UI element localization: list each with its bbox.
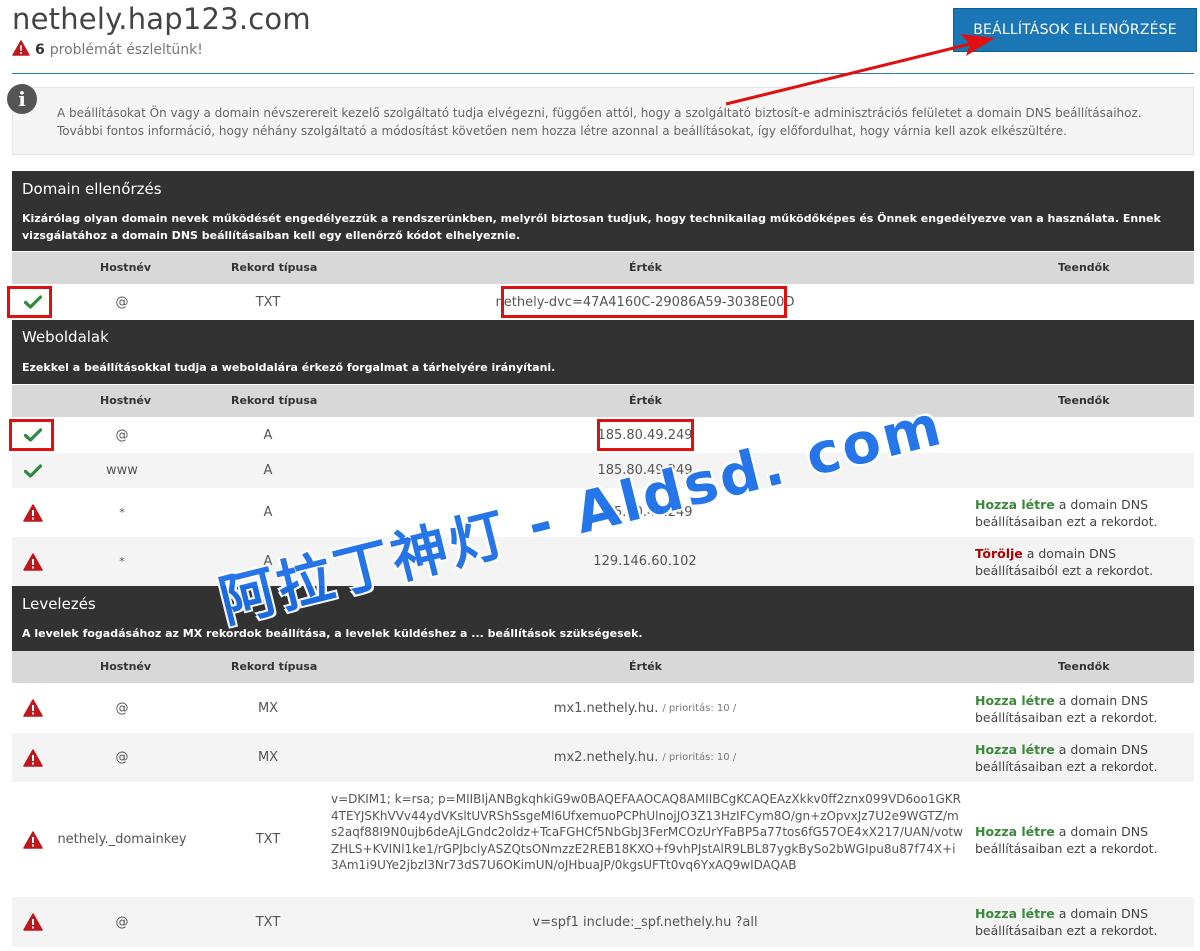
highlight-box: [501, 286, 787, 318]
problem-summary: 6 problémát észleltünk!: [12, 40, 203, 60]
row-type: A: [263, 463, 273, 478]
row-type: MX: [257, 700, 279, 716]
create-link[interactable]: Hozza létre: [975, 693, 1055, 708]
problem-count: 6: [35, 42, 45, 58]
col-value: Érték: [629, 660, 662, 673]
col-value: Érték: [629, 394, 662, 407]
row-value: mx1.nethely.hu. / prioritás: 10 /: [330, 683, 960, 733]
warning-icon: [20, 733, 46, 782]
row-type: TXT: [255, 832, 281, 847]
highlight-box: [7, 286, 52, 318]
col-todo: Teendők: [1058, 660, 1110, 673]
row-type: A: [263, 427, 273, 443]
row-type: A: [263, 505, 273, 520]
table-row: nethely._domainkey TXT v=DKIM1; k=rsa; p…: [12, 782, 1194, 897]
row-todo: Törölje a domain DNS beállításaiból ezt …: [975, 545, 1185, 579]
table-row: @ TXT v=spf1 include:_spf.nethely.hu ?al…: [12, 897, 1194, 947]
warning-icon: [20, 782, 46, 897]
create-link[interactable]: Hozza létre: [975, 742, 1055, 757]
section-mail: Levelezés A levelek fogadásához az MX re…: [12, 586, 1194, 651]
info-icon: i: [7, 84, 37, 114]
create-link[interactable]: Hozza létre: [975, 906, 1055, 921]
row-type: MX: [257, 750, 279, 765]
create-link[interactable]: Hozza létre: [975, 497, 1055, 512]
row-host: nethely._domainkey: [57, 832, 187, 847]
delete-link[interactable]: Törölje: [975, 546, 1023, 561]
section-title: Domain ellenőrzés: [22, 180, 162, 198]
row-host: @: [115, 294, 129, 310]
value-text: mx2.nethely.hu.: [553, 750, 659, 765]
row-todo: Hozza létre a domain DNS beállításaiban …: [975, 905, 1185, 939]
row-value: v=DKIM1; k=rsa; p=MIIBIjANBgkqhkiG9w0BAQ…: [331, 792, 963, 872]
col-value: Érték: [629, 261, 662, 274]
col-host: Hostnév: [100, 660, 152, 673]
row-host: @: [115, 914, 129, 930]
col-todo: Teendők: [1058, 394, 1110, 407]
domain-title: nethely.hap123.com: [12, 2, 311, 36]
problem-text: problémát észleltünk!: [49, 42, 203, 58]
row-value: v=spf1 include:_spf.nethely.hu ?all: [532, 914, 758, 930]
row-host: www: [106, 463, 138, 478]
section-title: Weboldalak: [22, 328, 109, 346]
col-host: Hostnév: [100, 394, 152, 407]
row-todo: Hozza létre a domain DNS beállításaiban …: [975, 496, 1185, 530]
row-todo: Hozza létre a domain DNS beállításaiban …: [975, 823, 1185, 857]
row-value: mx2.nethely.hu. / prioritás: 10 /: [330, 733, 960, 782]
col-type: Rekord típusa: [231, 261, 318, 274]
priority-text: / prioritás: 10 /: [662, 702, 737, 714]
warning-icon: [20, 683, 46, 733]
table-row: @ MX mx1.nethely.hu. / prioritás: 10 / Ho…: [12, 683, 1194, 733]
row-host: *: [119, 506, 125, 519]
section-description: Kizárólag olyan domain nevek működését e…: [22, 212, 1161, 242]
section-description: Ezekkel a beállításokkal tudja a webolda…: [22, 361, 556, 374]
check-icon: [20, 453, 46, 488]
section-domain-verification: Domain ellenőrzés Kizárólag olyan domain…: [12, 171, 1194, 251]
warning-icon: [20, 537, 46, 586]
row-todo: Hozza létre a domain DNS beállításaiban …: [975, 692, 1185, 726]
row-host: @: [115, 750, 129, 765]
col-type: Rekord típusa: [231, 394, 318, 407]
row-type: TXT: [255, 294, 281, 310]
warning-icon: [12, 40, 30, 60]
priority-text: / prioritás: 10 /: [662, 752, 737, 763]
col-host: Hostnév: [100, 261, 152, 274]
row-todo: Hozza létre a domain DNS beállításaiban …: [975, 741, 1185, 775]
row-host: @: [115, 427, 129, 443]
section-title: Levelezés: [22, 595, 96, 613]
annotation-arrow: [725, 34, 995, 106]
table-header: Hostnév Rekord típusa Érték Teendők: [12, 385, 1194, 417]
row-type: TXT: [255, 914, 281, 930]
table-header: Hostnév Rekord típusa Érték Teendők: [12, 252, 1194, 284]
highlight-box: [9, 419, 54, 451]
warning-icon: [20, 897, 46, 947]
col-type: Rekord típusa: [231, 660, 318, 673]
create-link[interactable]: Hozza létre: [975, 824, 1055, 839]
table-row: @ MX mx2.nethely.hu. / prioritás: 10 / Ho…: [12, 733, 1194, 782]
warning-icon: [20, 488, 46, 537]
row-host: @: [115, 700, 129, 716]
table-header: Hostnév Rekord típusa Érték Teendők: [12, 651, 1194, 683]
section-description: A levelek fogadásához az MX rekordok beá…: [22, 627, 643, 640]
section-websites: Weboldalak Ezekkel a beállításokkal tudj…: [12, 320, 1194, 384]
col-todo: Teendők: [1058, 261, 1110, 274]
row-host: *: [119, 555, 125, 568]
value-text: mx1.nethely.hu.: [553, 700, 659, 716]
